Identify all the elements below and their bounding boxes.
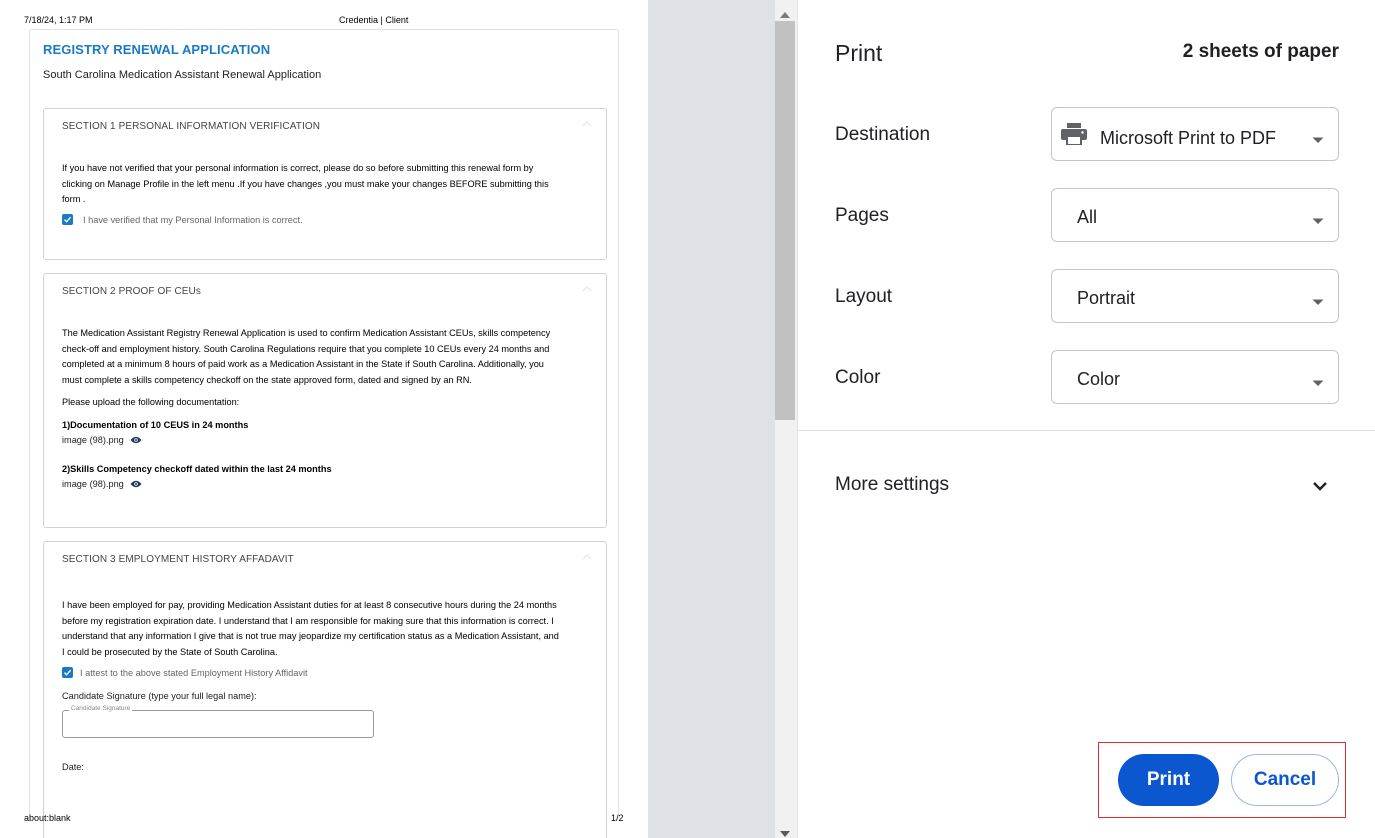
checkbox-checked-icon [62,214,73,225]
page-header-date: 7/18/24, 1:17 PM [24,15,93,25]
form-subtitle: South Carolina Medication Assistant Rene… [43,69,322,81]
file-name: image (98).png [62,479,124,489]
section-text: I have been employed for pay, providing … [62,600,559,657]
dropdown-arrow-icon [1312,131,1324,143]
doc2-label: 2)Skills Competency checkoff dated withi… [62,464,332,474]
checkbox-checked-icon [62,667,73,678]
scroll-up-arrow-icon[interactable] [779,6,791,24]
section-personal-info: SECTION 1 PERSONAL INFORMATION VERIFICAT… [43,108,607,260]
chevron-up-icon [582,554,592,560]
destination-label: Destination [835,124,931,145]
cancel-button[interactable]: Cancel [1231,754,1339,806]
pages-select[interactable]: All [1051,188,1339,242]
checkbox-label: I have verified that my Personal Informa… [83,214,303,225]
dropdown-arrow-icon [1312,293,1324,305]
date-label: Date: [62,762,84,772]
dropdown-arrow-icon [1312,374,1324,386]
page-footer-number: 1/2 [611,813,624,823]
file-name: image (98).png [62,435,124,445]
section-proof-of-ceus: SECTION 2 PROOF OF CEUs The Medication A… [43,273,607,528]
eye-icon[interactable] [130,480,142,488]
dialog-title: Print [835,40,883,66]
pages-label: Pages [835,205,889,226]
print-preview-page: 7/18/24, 1:17 PM Credentia | Client REGI… [0,0,648,838]
doc2-file: image (98).png [62,479,142,489]
chevron-down-icon[interactable] [1312,479,1328,491]
section-heading: SECTION 2 PROOF OF CEUs [62,286,201,297]
print-settings-panel: Print 2 sheets of paper Destination Micr… [798,0,1375,838]
print-button[interactable]: Print [1118,754,1219,806]
section-heading: SECTION 3 EMPLOYMENT HISTORY AFFADAVIT [62,554,294,565]
chevron-up-icon [582,121,592,127]
pages-value: All [1077,207,1098,227]
destination-select[interactable]: Microsoft Print to PDF [1051,107,1339,161]
color-value: Color [1077,369,1121,389]
more-settings-toggle[interactable]: More settings [835,474,949,496]
scrollbar-thumb[interactable] [775,21,795,420]
destination-value: Microsoft Print to PDF [1100,128,1277,148]
signature-field: Candidate Signature [62,705,374,738]
section-heading: SECTION 1 PERSONAL INFORMATION VERIFICAT… [62,121,321,132]
dropdown-arrow-icon [1312,212,1324,224]
settings-separator [798,430,1375,431]
checkbox-label: I attest to the above stated Employment … [80,667,308,678]
section-text: If you have not verified that your perso… [62,163,549,205]
color-select[interactable]: Color [1051,350,1339,404]
page-header-title: Credentia | Client [339,15,409,25]
layout-select[interactable]: Portrait [1051,269,1339,323]
color-label: Color [835,367,881,388]
verified-checkbox-row: I have verified that my Personal Informa… [62,214,303,225]
preview-gutter [648,0,775,838]
chevron-up-icon [582,286,592,292]
eye-icon[interactable] [130,436,142,444]
upload-intro: Please upload the following documentatio… [62,397,240,407]
signature-prompt: Candidate Signature (type your full lega… [62,691,257,701]
layout-label: Layout [835,286,893,307]
printer-icon [1061,123,1087,146]
layout-value: Portrait [1077,288,1136,308]
signature-legend: Candidate Signature [69,705,133,712]
scroll-down-arrow-icon[interactable] [779,825,791,838]
doc1-label: 1)Documentation of 10 CEUS in 24 months [62,420,249,430]
doc1-file: image (98).png [62,435,142,445]
sheet-count: 2 sheets of paper [1182,41,1339,62]
form-title: REGISTRY RENEWAL APPLICATION [43,42,271,57]
section-text: The Medication Assistant Registry Renewa… [62,328,551,385]
page-footer-url: about:blank [24,813,71,823]
section-employment-history: SECTION 3 EMPLOYMENT HISTORY AFFADAVIT I… [43,541,607,838]
attest-checkbox-row: I attest to the above stated Employment … [62,667,308,678]
